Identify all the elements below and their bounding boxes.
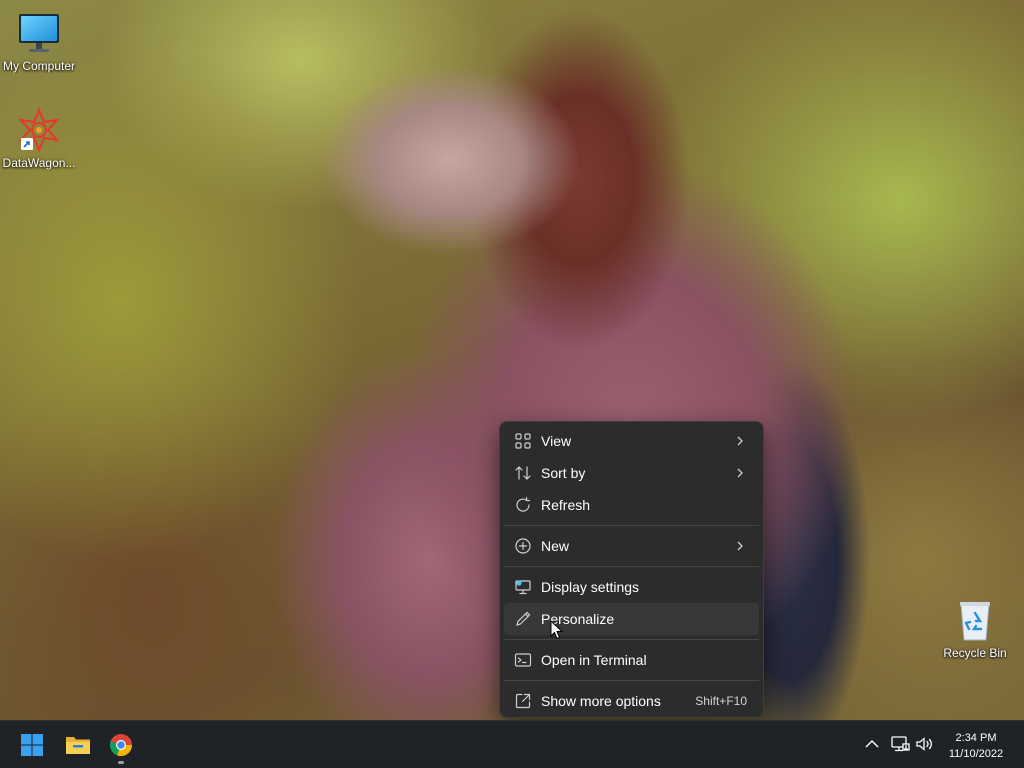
menu-separator	[504, 566, 759, 567]
taskbar: 2:34 PM 11/10/2022	[0, 720, 1024, 768]
desktop-context-menu: View Sort by Refresh New Display setting…	[499, 421, 764, 718]
sort-icon	[515, 466, 531, 480]
open-external-icon	[515, 693, 531, 709]
desktop-wallpaper[interactable]: My Computer DataWagon... Recycle Bin Vie…	[0, 0, 1024, 720]
terminal-icon	[514, 653, 532, 667]
clock-date: 11/10/2022	[948, 748, 1004, 760]
taskbar-clock[interactable]: 2:34 PM 11/10/2022	[938, 730, 1014, 762]
taskbar-file-explorer[interactable]	[57, 725, 97, 765]
running-indicator	[118, 761, 124, 764]
volume-icon[interactable]	[914, 733, 936, 755]
menu-item-view[interactable]: View	[504, 425, 759, 457]
chevron-right-icon	[737, 436, 743, 446]
menu-separator	[504, 525, 759, 526]
menu-item-refresh[interactable]: Refresh	[504, 489, 759, 521]
chevron-right-icon	[737, 541, 743, 551]
menu-item-sort-by[interactable]: Sort by	[504, 457, 759, 489]
pencil-icon	[516, 611, 531, 626]
menu-item-display-settings[interactable]: Display settings	[504, 571, 759, 603]
plus-circle-icon	[515, 538, 531, 554]
desktop-icon-label: DataWagon...	[2, 156, 76, 170]
menu-item-label: New	[541, 538, 570, 554]
menu-item-open-in-terminal[interactable]: Open in Terminal	[504, 644, 759, 676]
desktop-icon-recycle-bin[interactable]: Recycle Bin	[936, 596, 1014, 660]
datawagon-shortcut-icon	[15, 106, 63, 154]
menu-item-label: View	[541, 433, 572, 449]
monitor-icon	[15, 9, 63, 57]
chevron-right-icon	[737, 468, 743, 478]
desktop-icon-label: Recycle Bin	[943, 646, 1007, 660]
menu-item-new[interactable]: New	[504, 530, 759, 562]
chevron-up-icon[interactable]	[861, 733, 883, 755]
menu-item-shortcut: Shift+F10	[695, 694, 747, 708]
menu-item-label: Show more options	[541, 693, 661, 709]
menu-item-label: Display settings	[541, 579, 640, 595]
desktop-icon-my-computer[interactable]: My Computer	[0, 9, 78, 73]
menu-item-label: Refresh	[541, 497, 591, 513]
view-grid-icon	[515, 433, 531, 449]
desktop-icon-datawagon[interactable]: DataWagon...	[0, 106, 78, 170]
menu-item-label: Sort by	[541, 465, 586, 481]
menu-item-personalize[interactable]: Personalize	[504, 603, 759, 635]
refresh-icon	[516, 496, 531, 512]
start-button[interactable]	[12, 725, 52, 765]
menu-separator	[504, 639, 759, 640]
menu-item-show-more-options[interactable]: Show more options Shift+F10	[504, 685, 759, 717]
mouse-cursor-icon	[550, 620, 564, 640]
windows-logo-icon	[21, 734, 43, 756]
folder-icon	[66, 737, 90, 754]
menu-separator	[504, 680, 759, 681]
network-icon[interactable]	[889, 733, 911, 755]
menu-item-label: Open in Terminal	[541, 652, 647, 668]
desktop-icon-label: My Computer	[2, 59, 76, 73]
clock-time: 2:34 PM	[955, 732, 997, 744]
chrome-icon	[109, 734, 133, 757]
recycle-bin-icon	[951, 596, 999, 644]
taskbar-chrome[interactable]	[101, 725, 141, 765]
display-settings-icon	[515, 580, 531, 595]
